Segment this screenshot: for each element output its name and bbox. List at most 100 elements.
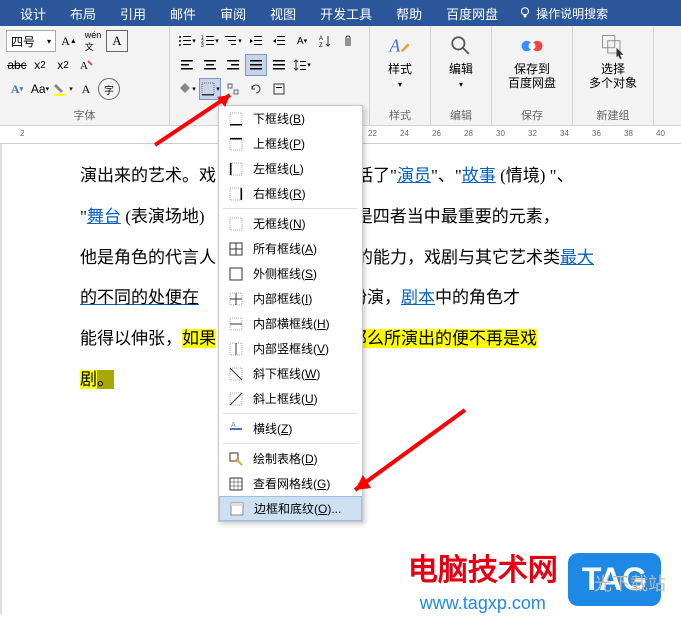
link-stage[interactable]: 舞台 [87, 207, 121, 226]
font-group-label: 字体 [6, 105, 163, 123]
left-border-icon [227, 160, 245, 178]
tab-design[interactable]: 设计 [8, 4, 58, 23]
menu-outside-borders[interactable]: 外侧框线(S) [219, 261, 362, 286]
grow-font-icon[interactable]: A▲ [58, 30, 80, 52]
annotation-arrow-1 [145, 85, 255, 155]
select-group: 选择多个对象 新建组 [573, 26, 654, 125]
change-case-icon[interactable]: Aa▾ [29, 78, 51, 100]
distributed-icon[interactable] [268, 54, 290, 76]
text-line: 能得以伸张，如果演，那么所演出的便不再是戏 [80, 319, 657, 360]
menu-right-border[interactable]: 右框线(R) [219, 181, 362, 206]
select-objects-button[interactable]: 选择多个对象 [579, 30, 647, 93]
select-objects-icon [599, 32, 627, 60]
enclose-char-icon[interactable]: 字 [98, 78, 120, 100]
watermark-grey-text: 光下载站 [594, 570, 666, 596]
tell-me-search[interactable]: 操作说明搜索 [518, 5, 608, 22]
outside-borders-icon [227, 265, 245, 283]
tab-review[interactable]: 审阅 [208, 4, 258, 23]
inside-h-border-icon [227, 315, 245, 333]
menu-inside-borders[interactable]: 内部框线(I) [219, 286, 362, 311]
page-left-edge [0, 144, 2, 614]
align-justify-icon[interactable] [245, 54, 267, 76]
tab-baidu[interactable]: 百度网盘 [434, 4, 510, 23]
tab-developer[interactable]: 开发工具 [308, 4, 384, 23]
text-effects-icon[interactable]: A▾ [6, 78, 28, 100]
gridlines-icon [227, 475, 245, 493]
strikethrough-icon[interactable]: abc [6, 54, 28, 76]
watermark-url: www.tagxp.com [408, 593, 558, 614]
all-borders-icon [227, 240, 245, 258]
asian-layout-icon[interactable]: A▾ [291, 30, 313, 52]
text-line: 的不同的处便在演员的扮演，剧本中的角色才 [80, 278, 657, 319]
decrease-indent-icon[interactable] [245, 30, 267, 52]
superscript-icon[interactable]: x2 [52, 54, 74, 76]
no-border-icon [227, 215, 245, 233]
clear-format-icon[interactable]: A [75, 54, 97, 76]
font-color-icon[interactable]: A [75, 78, 97, 100]
diag-up-icon [227, 390, 245, 408]
increase-indent-icon[interactable] [268, 30, 290, 52]
menu-no-border[interactable]: 无框线(N) [219, 211, 362, 236]
align-left-icon[interactable] [176, 54, 198, 76]
tab-layout[interactable]: 布局 [58, 4, 108, 23]
highlight-icon[interactable]: ▾ [52, 78, 74, 100]
lightbulb-icon [518, 6, 532, 20]
svg-text:A: A [80, 60, 88, 72]
link-actor[interactable]: 演员 [397, 166, 431, 185]
text-line: 剧。 [80, 360, 657, 401]
character-border-icon[interactable]: A [106, 30, 128, 52]
hline-icon: A [227, 420, 245, 438]
align-center-icon[interactable] [199, 54, 221, 76]
align-right-icon[interactable] [222, 54, 244, 76]
find-icon [447, 32, 475, 60]
editing-group: 编辑▾ 编辑 [431, 26, 492, 125]
draw-table-icon [227, 450, 245, 468]
svg-text:3: 3 [201, 43, 204, 48]
link-story[interactable]: 故事 [462, 166, 496, 185]
tab-references[interactable]: 引用 [108, 4, 158, 23]
editing-button[interactable]: 编辑▾ [437, 30, 485, 93]
phonetic-guide-icon[interactable]: wén文 [82, 30, 104, 52]
svg-text:Z: Z [319, 43, 323, 48]
styles-group: A 样式▾ 样式 [370, 26, 431, 125]
inside-v-border-icon [227, 340, 245, 358]
bullets-icon[interactable]: ▾ [176, 30, 198, 52]
text-line: 演出来的艺术。戏括了"演员"、"故事 (情境) "、 [80, 156, 657, 197]
subscript-icon[interactable]: x2 [29, 54, 51, 76]
svg-text:A: A [389, 35, 401, 55]
selection-pane-icon[interactable] [268, 78, 290, 100]
watermark: 电脑技术网 www.tagxp.com TAG 光下载站 [408, 545, 661, 614]
line-spacing-icon[interactable]: ▾ [291, 54, 313, 76]
styles-icon: A [386, 32, 414, 60]
menu-diag-down-border[interactable]: 斜下框线(W) [219, 361, 362, 386]
numbering-icon[interactable]: 123▾ [199, 30, 221, 52]
show-marks-icon[interactable] [337, 30, 359, 52]
menu-all-borders[interactable]: 所有框线(A) [219, 236, 362, 261]
baidu-save-group: 保存到百度网盘 保存 [492, 26, 573, 125]
link-script[interactable]: 剧本 [401, 288, 435, 307]
font-size-selector[interactable]: 四号▾ [6, 30, 56, 52]
multilevel-list-icon[interactable]: ▾ [222, 30, 244, 52]
svg-text:A: A [319, 36, 323, 42]
diag-down-icon [227, 365, 245, 383]
sort-icon[interactable]: AZ [314, 30, 336, 52]
menu-inside-v-border[interactable]: 内部竖框线(V) [219, 336, 362, 361]
borders-shading-icon [228, 500, 246, 518]
ribbon-tabs: 设计 布局 引用 邮件 审阅 视图 开发工具 帮助 百度网盘 操作说明搜索 [0, 0, 681, 26]
inside-borders-icon [227, 290, 245, 308]
annotation-arrow-2 [335, 400, 475, 510]
menu-left-border[interactable]: 左框线(L) [219, 156, 362, 181]
watermark-title: 电脑技术网 [408, 545, 558, 589]
baidu-cloud-icon [518, 32, 546, 60]
svg-text:A: A [231, 422, 236, 429]
tab-help[interactable]: 帮助 [384, 4, 434, 23]
link-most[interactable]: 最大 [560, 248, 594, 267]
styles-button[interactable]: A 样式▾ [376, 30, 424, 93]
tab-view[interactable]: 视图 [258, 4, 308, 23]
text-line: 他是角色的代言人的能力，戏剧与其它艺术类最大 [80, 238, 657, 279]
text-line: "舞台 (表演场地) "是四者当中最重要的元素， [80, 197, 657, 238]
tab-mailings[interactable]: 邮件 [158, 4, 208, 23]
right-border-icon [227, 185, 245, 203]
baidu-save-button[interactable]: 保存到百度网盘 [498, 30, 566, 93]
menu-inside-h-border[interactable]: 内部横框线(H) [219, 311, 362, 336]
